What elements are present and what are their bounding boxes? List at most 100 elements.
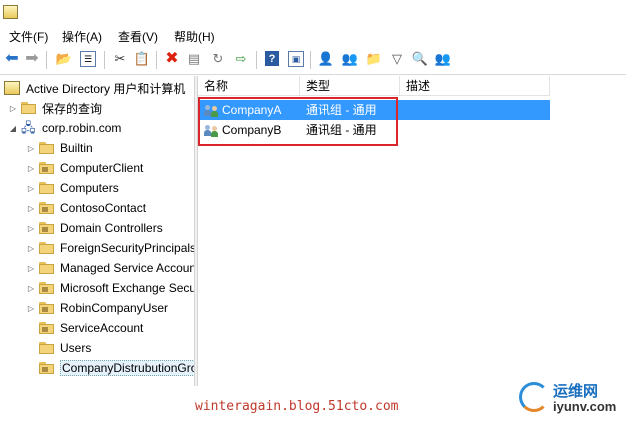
menu-action[interactable]: 操作(A) (62, 28, 102, 45)
column-header-type[interactable]: 类型 (300, 76, 400, 96)
tree-item-builtin[interactable]: ▷ Builtin (26, 138, 93, 158)
item-type: 通讯组 - 通用 (306, 123, 377, 137)
app-icon (3, 5, 18, 19)
tree-item-saved-queries[interactable]: ▷ 保存的查询 (8, 98, 102, 118)
ou-folder-icon (39, 322, 55, 334)
item-name: CompanyA (222, 103, 282, 117)
ou-folder-icon (39, 302, 55, 314)
folder-icon (39, 182, 55, 194)
group-icon (204, 103, 220, 117)
delete-icon[interactable]: ✖ (164, 51, 180, 67)
tree-item-label: Builtin (60, 141, 93, 155)
back-arrow-icon[interactable]: ⬅ (4, 51, 20, 67)
tree-item-label: ServiceAccount (60, 321, 144, 335)
tree-item-robincompanyuser[interactable]: ▷ RobinCompanyUser (26, 298, 168, 318)
find-icon[interactable]: 🔍 (412, 51, 428, 67)
ou-folder-icon (39, 282, 55, 294)
logo-cn-text: 运维网 (553, 383, 599, 400)
logo-arc-icon (519, 382, 549, 412)
add-to-group-icon[interactable]: 👥 (435, 51, 451, 67)
folder-icon (39, 262, 55, 274)
tree-item-label: CompanyDistrubutionGroup (60, 360, 194, 376)
refresh-icon[interactable]: ↻ (210, 51, 226, 67)
new-user-icon[interactable]: 👤 (318, 51, 334, 67)
list-item-companya[interactable]: CompanyA 通讯组 - 通用 (198, 100, 550, 120)
column-header-name[interactable]: 名称 (198, 76, 300, 96)
item-name: CompanyB (222, 123, 282, 137)
expand-arrow-icon[interactable]: ▷ (26, 144, 36, 153)
folder-icon (39, 142, 55, 154)
tree-item-label: Computers (60, 181, 119, 195)
menu-help[interactable]: 帮助(H) (174, 28, 215, 45)
tree-item-managed-service-accounts[interactable]: ▷ Managed Service Accounts (26, 258, 194, 278)
tree-item-contosocontact[interactable]: ▷ ContosoContact (26, 198, 146, 218)
tree-item-label: RobinCompanyUser (60, 301, 169, 315)
tree-item-label: ContosoContact (60, 201, 147, 215)
ad-console-icon (4, 81, 20, 95)
column-header-description[interactable]: 描述 (400, 76, 550, 96)
expand-arrow-icon[interactable]: ▷ (26, 284, 36, 293)
tree-item-label: ForeignSecurityPrincipals (60, 241, 194, 255)
group-icon (204, 123, 220, 137)
up-folder-icon[interactable]: 📂 (56, 51, 72, 67)
folder-icon (39, 242, 55, 254)
tree-item-label: ComputerClient (60, 161, 144, 175)
toolbar: ⬅ ➡ 📂 ☰ ✂ 📋 ✖ ▤ ↻ ⇨ ? ▣ 👤 👥 📁 ▽ 🔍 👥 (0, 46, 626, 75)
help-icon[interactable]: ? (265, 51, 279, 66)
properties-icon[interactable]: ▤ (186, 51, 202, 67)
expand-arrow-icon[interactable]: ▷ (8, 104, 18, 113)
ou-folder-icon (39, 202, 55, 214)
cut-icon[interactable]: ✂ (112, 51, 128, 67)
tree-item-domain[interactable]: ◢ 🖧 corp.robin.com (8, 118, 121, 138)
tree-item-label: Users (60, 341, 92, 355)
tree-root-label: Active Directory 用户和计算机 (26, 81, 186, 96)
domain-icon: 🖧 (21, 120, 36, 135)
tree-item-foreign-security-principals[interactable]: ▷ ForeignSecurityPrincipals (26, 238, 194, 258)
collapse-arrow-icon[interactable]: ◢ (8, 124, 18, 133)
details-list: 名称 类型 描述 CompanyA 通讯组 - 通用 CompanyB 通讯组 … (198, 76, 626, 386)
title-bar (0, 0, 626, 24)
tree-item-label: 保存的查询 (42, 101, 103, 116)
show-tree-icon[interactable]: ☰ (80, 51, 96, 67)
tree-item-label: corp.robin.com (42, 121, 122, 135)
tree-item-label: Domain Controllers (60, 221, 163, 235)
menu-file[interactable]: 文件(F) (9, 28, 48, 45)
filter-icon[interactable]: ▽ (389, 51, 405, 67)
ou-folder-icon (39, 222, 55, 234)
export-icon[interactable]: ⇨ (233, 51, 249, 67)
site-logo: 运维网 iyunv.com (519, 378, 623, 418)
ou-folder-icon (39, 362, 55, 374)
expand-arrow-icon[interactable]: ▷ (26, 204, 36, 213)
folder-icon (21, 102, 37, 114)
folder-icon (39, 342, 55, 354)
tree-item-serviceaccount[interactable]: ServiceAccount (26, 318, 143, 338)
copy-icon[interactable]: 📋 (134, 51, 150, 67)
list-item-companyb[interactable]: CompanyB 通讯组 - 通用 (198, 120, 550, 140)
new-ou-icon[interactable]: 📁 (366, 51, 382, 67)
watermark-text: winteragain.blog.51cto.com (195, 399, 399, 414)
tree-item-computers[interactable]: ▷ Computers (26, 178, 119, 198)
expand-arrow-icon[interactable]: ▷ (26, 184, 36, 193)
menu-bar: 文件(F) 操作(A) 查看(V) 帮助(H) (0, 24, 626, 46)
expand-arrow-icon[interactable]: ▷ (26, 164, 36, 173)
tree-item-label: Microsoft Exchange Security Groups (60, 281, 194, 295)
tree-item-companydistributiongroup[interactable]: CompanyDistrubutionGroup (26, 358, 194, 378)
tree-item-label: Managed Service Accounts (60, 261, 194, 275)
expand-arrow-icon[interactable]: ▷ (26, 244, 36, 253)
expand-arrow-icon[interactable]: ▷ (26, 224, 36, 233)
new-group-icon[interactable]: 👥 (342, 51, 358, 67)
ou-folder-icon (39, 162, 55, 174)
tree-item-domain-controllers[interactable]: ▷ Domain Controllers (26, 218, 163, 238)
item-type: 通讯组 - 通用 (306, 103, 377, 117)
tree-item-computerclient[interactable]: ▷ ComputerClient (26, 158, 143, 178)
console-icon[interactable]: ▣ (288, 51, 304, 67)
tree-item-users[interactable]: Users (26, 338, 91, 358)
tree-item-exchange-security-groups[interactable]: ▷ Microsoft Exchange Security Groups (26, 278, 194, 298)
tree-root[interactable]: Active Directory 用户和计算机 (4, 78, 185, 98)
console-tree: Active Directory 用户和计算机 ▷ 保存的查询 ◢ 🖧 corp… (0, 76, 194, 386)
expand-arrow-icon[interactable]: ▷ (26, 264, 36, 273)
logo-en-text: iyunv.com (553, 399, 617, 414)
menu-view[interactable]: 查看(V) (118, 28, 158, 45)
expand-arrow-icon[interactable]: ▷ (26, 304, 36, 313)
forward-arrow-icon[interactable]: ➡ (24, 51, 40, 67)
